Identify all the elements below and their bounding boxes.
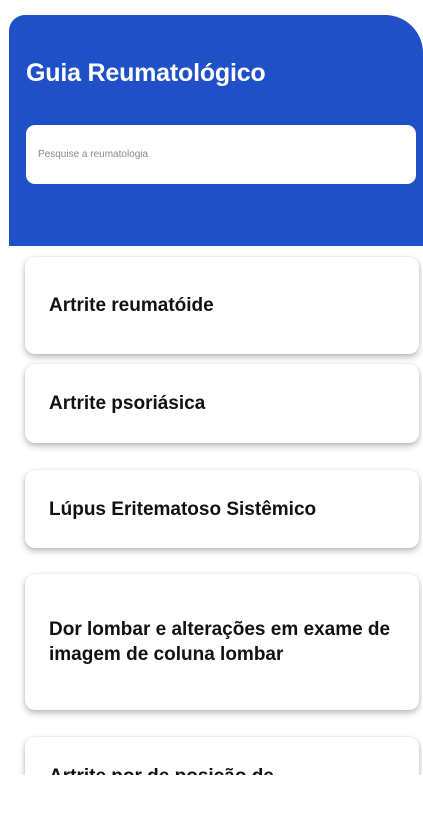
list-item-dor-lombar[interactable]: Dor lombar e alterações em exame de imag… [25,574,419,710]
app-title: Guia Reumatológico [26,59,266,87]
bottom-fade [0,775,423,825]
list-item-label: Dor lombar e alterações em exame de imag… [49,619,391,665]
search-input[interactable] [26,125,416,184]
list-item-artrite-reumatoide[interactable]: Artrite reumatóide [25,257,419,354]
list-item-label: Artrite psoriásica [49,393,206,414]
list-item-label: Lúpus Eritematoso Sistêmico [49,498,317,520]
app-header: Guia Reumatológico [9,15,423,246]
list-item-lupus[interactable]: Lúpus Eritematoso Sistêmico [25,470,419,548]
list-item-label: Artrite reumatóide [49,295,214,316]
list-item-artrite-psoriasica[interactable]: Artrite psoriásica [25,364,419,443]
